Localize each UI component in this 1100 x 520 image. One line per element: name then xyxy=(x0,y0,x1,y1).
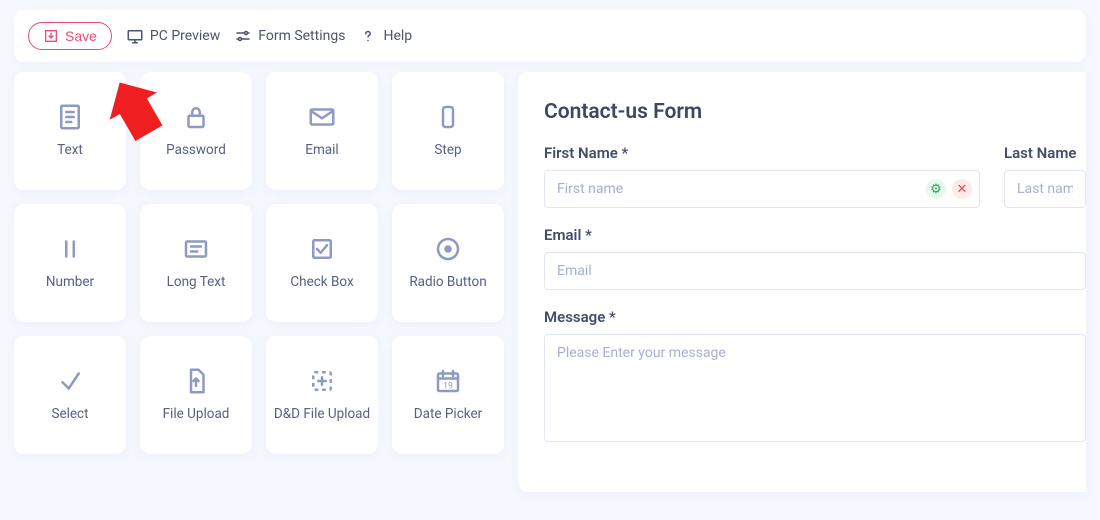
last-name-label: Last Name xyxy=(1004,144,1086,162)
pc-preview-label: PC Preview xyxy=(150,28,220,44)
palette-dndupload-label: D&D File Upload xyxy=(268,406,376,424)
palette-radio[interactable]: Radio Button xyxy=(392,204,504,322)
palette-text[interactable]: Text xyxy=(14,72,126,190)
svg-text:19: 19 xyxy=(443,382,453,392)
date-picker-icon: 19 xyxy=(433,366,463,396)
save-button[interactable]: Save xyxy=(28,22,112,50)
palette-text-label: Text xyxy=(51,142,89,160)
first-name-input[interactable] xyxy=(544,170,980,208)
help-icon xyxy=(359,27,377,45)
palette-datepicker-label: Date Picker xyxy=(408,406,488,424)
save-button-label: Save xyxy=(65,28,97,44)
palette-radio-label: Radio Button xyxy=(403,274,492,292)
field-palette: Text Password Email Step xyxy=(14,72,504,492)
form-settings-label: Form Settings xyxy=(258,28,345,44)
save-icon xyxy=(43,28,59,44)
form-canvas: Contact-us Form First Name * ⚙ ✕ Last Na… xyxy=(518,72,1086,492)
select-icon xyxy=(55,366,85,396)
file-upload-icon xyxy=(181,366,211,396)
last-name-field[interactable]: Last Name xyxy=(1004,144,1086,208)
palette-longtext-label: Long Text xyxy=(161,274,232,292)
monitor-icon xyxy=(126,27,144,45)
palette-longtext[interactable]: Long Text xyxy=(140,204,252,322)
step-icon xyxy=(433,102,463,132)
last-name-input[interactable] xyxy=(1004,170,1086,208)
checkbox-icon xyxy=(307,234,337,264)
palette-select-label: Select xyxy=(45,406,94,424)
palette-select[interactable]: Select xyxy=(14,336,126,454)
form-settings-button[interactable]: Form Settings xyxy=(234,27,345,45)
email-label: Email * xyxy=(544,226,1086,244)
palette-email[interactable]: Email xyxy=(266,72,378,190)
palette-step[interactable]: Step xyxy=(392,72,504,190)
help-button[interactable]: Help xyxy=(359,27,412,45)
first-name-field[interactable]: First Name * ⚙ ✕ xyxy=(544,144,980,208)
email-icon xyxy=(307,102,337,132)
palette-dndupload[interactable]: D&D File Upload xyxy=(266,336,378,454)
message-label: Message * xyxy=(544,308,1086,326)
field-delete-button[interactable]: ✕ xyxy=(952,179,972,199)
radio-icon xyxy=(433,234,463,264)
password-icon xyxy=(181,102,211,132)
settings-sliders-icon xyxy=(234,27,252,45)
dnd-upload-icon xyxy=(307,366,337,396)
help-label: Help xyxy=(383,28,412,44)
first-name-label: First Name * xyxy=(544,144,980,162)
pc-preview-button[interactable]: PC Preview xyxy=(126,27,220,45)
text-icon xyxy=(55,102,85,132)
email-field[interactable]: Email * xyxy=(544,226,1086,290)
palette-password-label: Password xyxy=(160,142,232,160)
palette-datepicker[interactable]: 19 Date Picker xyxy=(392,336,504,454)
message-field[interactable]: Message * xyxy=(544,308,1086,446)
palette-step-label: Step xyxy=(428,142,467,160)
palette-fileupload[interactable]: File Upload xyxy=(140,336,252,454)
number-icon xyxy=(55,234,85,264)
palette-number-label: Number xyxy=(40,274,100,292)
palette-checkbox-label: Check Box xyxy=(284,274,359,292)
palette-email-label: Email xyxy=(299,142,344,160)
message-input[interactable] xyxy=(544,334,1086,442)
palette-number[interactable]: Number xyxy=(14,204,126,322)
form-title: Contact-us Form xyxy=(544,100,1086,124)
palette-checkbox[interactable]: Check Box xyxy=(266,204,378,322)
palette-password[interactable]: Password xyxy=(140,72,252,190)
field-settings-button[interactable]: ⚙ xyxy=(926,179,946,199)
palette-fileupload-label: File Upload xyxy=(157,406,236,424)
longtext-icon xyxy=(181,234,211,264)
email-input[interactable] xyxy=(544,252,1086,290)
toolbar: Save PC Preview Form Settings Help xyxy=(14,10,1086,62)
